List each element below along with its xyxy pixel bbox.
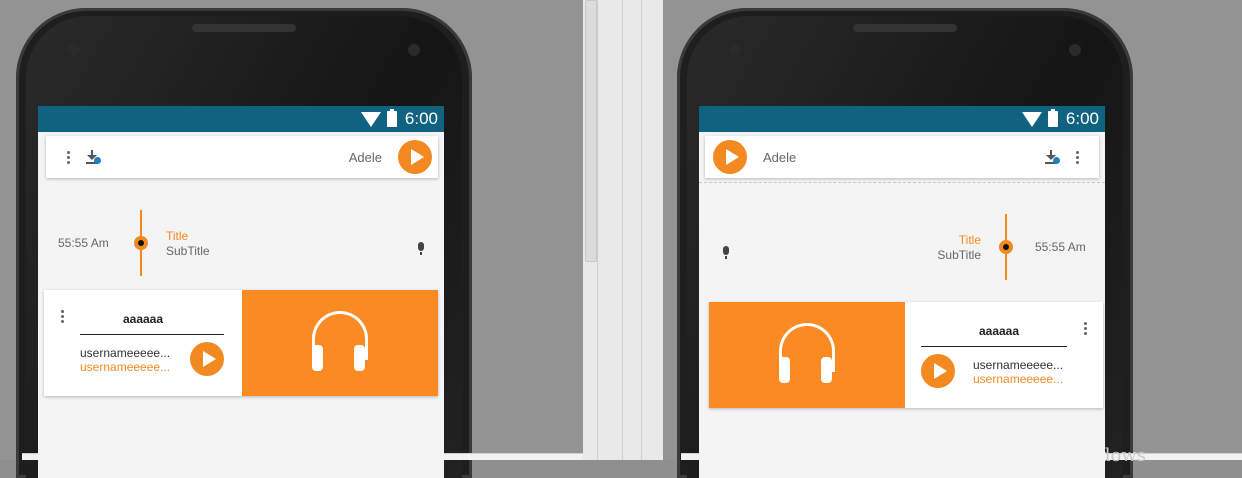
media-card[interactable]: aaaaaa usernameeeee... usernameeeee... xyxy=(709,302,1103,408)
artist-label: Adele xyxy=(348,149,382,165)
left-preview-pane: 6:00 Adele 55:55 Am Title SubTitle aaaaa… xyxy=(0,0,632,478)
media-title: aaaaaa xyxy=(978,324,1020,338)
play-icon xyxy=(410,149,424,165)
headphones-icon xyxy=(779,323,835,387)
phone-sensor xyxy=(729,44,741,56)
status-bar: 6:00 xyxy=(38,106,444,132)
phone-speaker xyxy=(192,24,296,32)
phone-screen-left: 6:00 Adele 55:55 Am Title SubTitle aaaaa… xyxy=(38,106,444,478)
divider-line xyxy=(597,0,598,460)
battery-icon xyxy=(1047,109,1058,127)
media-username: usernameeeee... xyxy=(80,346,171,360)
play-icon xyxy=(725,149,739,165)
media-artwork xyxy=(242,290,438,396)
media-card[interactable]: aaaaaa usernameeeee... usernameeeee... xyxy=(44,290,438,396)
player-bar-card[interactable]: Adele xyxy=(705,136,1099,178)
timeline-node xyxy=(134,236,148,250)
play-button[interactable] xyxy=(190,342,224,376)
timeline-time: 55:55 Am xyxy=(58,236,109,250)
timeline-title: Title xyxy=(166,229,189,243)
phone-frame-right: 6:00 Adele 55:55 Am Title SubTitle aaaaa… xyxy=(677,8,1133,478)
media-artwork xyxy=(709,302,905,408)
right-preview-pane: 6:00 Adele 55:55 Am Title SubTitle aaaaa… xyxy=(663,0,1242,478)
mic-icon[interactable] xyxy=(723,246,729,259)
timeline-subtitle: SubTitle xyxy=(166,244,210,258)
play-icon xyxy=(933,363,947,379)
status-bar: 6:00 xyxy=(699,106,1105,132)
status-time: 6:00 xyxy=(1065,109,1099,128)
phone-sensor xyxy=(68,44,80,56)
more-vert-icon[interactable] xyxy=(1083,322,1087,335)
divider-line xyxy=(641,0,642,460)
play-button[interactable] xyxy=(398,140,432,174)
play-button[interactable] xyxy=(713,140,747,174)
timeline-node xyxy=(999,240,1013,254)
media-username-accent: usernameeeee... xyxy=(973,372,1064,386)
more-vert-icon[interactable] xyxy=(66,150,70,164)
scrollbar-thumb[interactable] xyxy=(585,0,597,262)
media-info: aaaaaa usernameeeee... usernameeeee... xyxy=(905,302,1103,408)
phone-screen-right: 6:00 Adele 55:55 Am Title SubTitle aaaaa… xyxy=(699,106,1105,478)
play-icon xyxy=(202,351,216,367)
status-time: 6:00 xyxy=(404,109,438,128)
player-bar-card[interactable]: Adele xyxy=(46,136,438,178)
divider-line xyxy=(622,0,623,460)
timeline-subtitle: SubTitle xyxy=(937,248,981,262)
headphones-icon xyxy=(312,311,368,375)
more-vert-icon[interactable] xyxy=(1075,150,1079,164)
artist-label: Adele xyxy=(763,149,797,165)
phone-camera xyxy=(408,44,420,56)
media-info: aaaaaa usernameeeee... usernameeeee... xyxy=(44,290,242,396)
media-divider xyxy=(921,346,1067,347)
wifi-icon xyxy=(1021,111,1042,127)
download-done-icon[interactable] xyxy=(86,150,101,164)
play-button[interactable] xyxy=(921,354,955,388)
dashed-separator xyxy=(699,182,1105,183)
media-username-accent: usernameeeee... xyxy=(80,360,171,374)
media-title: aaaaaa xyxy=(122,312,164,326)
timeline-time: 55:55 Am xyxy=(1035,240,1086,254)
media-divider xyxy=(80,334,224,335)
download-done-icon[interactable] xyxy=(1045,150,1060,164)
more-vert-icon[interactable] xyxy=(60,310,64,323)
phone-frame-left: 6:00 Adele 55:55 Am Title SubTitle aaaaa… xyxy=(16,8,472,478)
phone-camera xyxy=(1069,44,1081,56)
timeline-title: Title xyxy=(958,233,981,247)
phone-speaker xyxy=(853,24,957,32)
wifi-icon xyxy=(360,111,381,127)
battery-icon xyxy=(386,109,397,127)
media-username: usernameeeee... xyxy=(973,358,1064,372)
mic-icon[interactable] xyxy=(418,242,424,255)
